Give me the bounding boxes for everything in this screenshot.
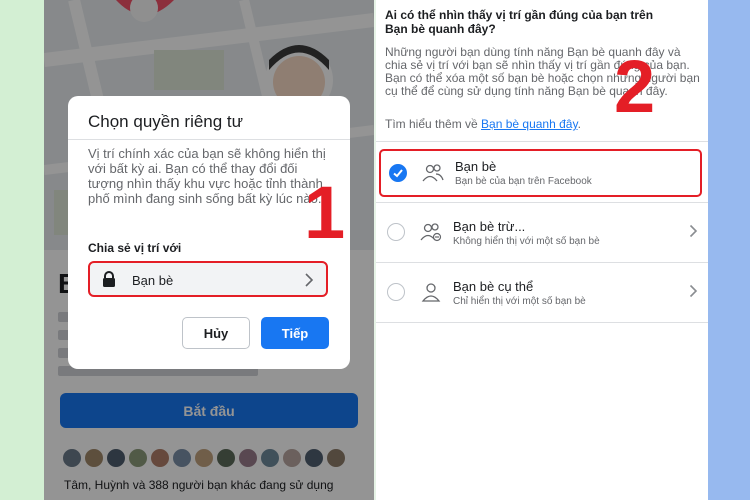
left-phone-screen: B Bắt đầu Tâm, Huỳnh và 388 người bạn kh… [44,0,374,500]
option-title: Bạn bè trừ... [453,219,526,234]
dialog-description: Vị trí chính xác của bạn sẽ không hiển t… [88,146,326,206]
learn-more-link[interactable]: Bạn bè quanh đây [481,117,578,131]
step-number-1: 1 [304,171,346,254]
radio-checked[interactable] [389,164,407,182]
learn-more-suffix: . [577,117,581,131]
visibility-description: Những người bạn dùng tính năng Bạn bè qu… [385,45,700,98]
option-friends-except[interactable]: Bạn bè trừ... Không hiển thị với một số … [376,203,708,263]
cancel-button[interactable]: Hủy [182,317,250,349]
dialog-divider [68,139,350,140]
option-friends[interactable]: Bạn bè Bạn bè của bạn trên Facebook [379,149,702,197]
option-title: Bạn bè cụ thể [453,279,534,294]
learn-more-prefix: Tìm hiểu thêm về [385,117,478,131]
share-location-label: Chia sẻ vị trí với [88,241,182,255]
friends-icon [422,164,444,182]
option-subtitle: Bạn bè của bạn trên Facebook [455,176,592,187]
right-background [708,0,750,500]
radio-unchecked[interactable] [387,223,405,241]
chevron-right-icon [305,273,314,287]
visibility-question: Ai có thể nhìn thấy vị trí gần đúng của … [385,8,654,36]
chevron-right-icon [689,224,698,238]
lock-icon [103,271,115,287]
checkmark-icon [393,169,403,178]
audience-selector[interactable]: Bạn bè [88,261,328,297]
chevron-right-icon [689,284,698,298]
left-background [0,0,44,500]
friends-except-icon [420,223,442,242]
dialog-title: Chọn quyền riêng tư [88,112,244,131]
next-button[interactable]: Tiếp [261,317,329,349]
divider [376,322,708,323]
option-subtitle: Chỉ hiển thị với một số bạn bè [453,296,586,307]
radio-unchecked[interactable] [387,283,405,301]
option-title: Bạn bè [455,159,497,174]
step-number-2: 2 [614,45,656,128]
audience-label: Bạn bè [132,273,174,288]
option-subtitle: Không hiển thị với một số bạn bè [453,236,600,247]
right-phone-screen: Ai có thể nhìn thấy vị trí gần đúng của … [376,0,708,500]
divider [376,141,708,142]
option-specific-friends[interactable]: Bạn bè cụ thể Chỉ hiển thị với một số bạ… [376,263,708,323]
learn-more-text: Tìm hiểu thêm về Bạn bè quanh đây. [385,117,581,131]
specific-friend-icon [421,283,441,302]
